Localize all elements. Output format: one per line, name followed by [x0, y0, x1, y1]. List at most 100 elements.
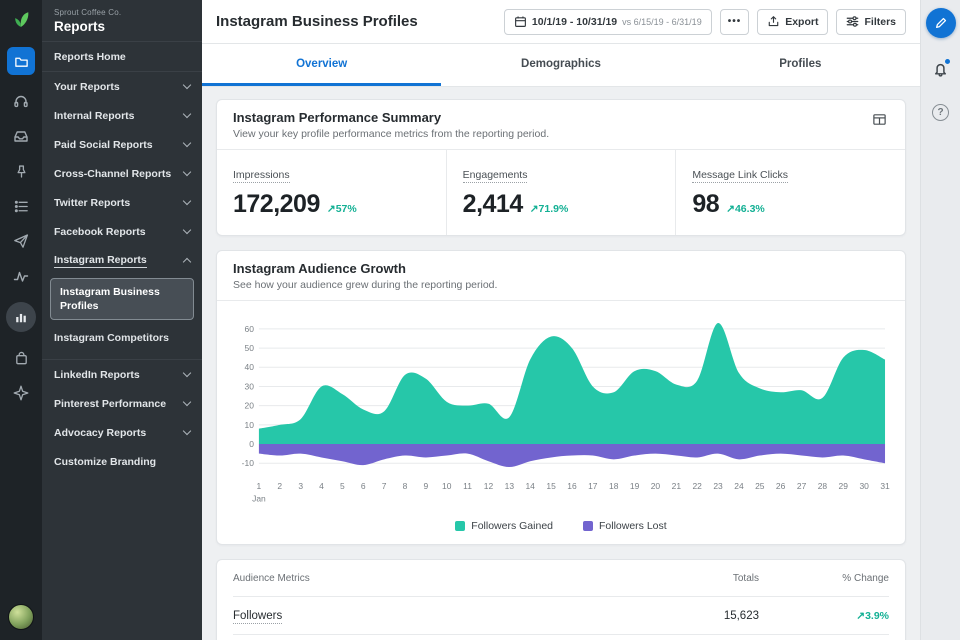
table-header: Audience Metrics — [233, 572, 310, 584]
svg-text:18: 18 — [609, 481, 619, 491]
filters-sliders-icon — [847, 16, 859, 27]
sidebar-item-instagram-business-profiles[interactable]: Instagram Business Profiles — [50, 278, 194, 321]
metric-label[interactable]: Message Link Clicks — [692, 169, 789, 183]
svg-text:6: 6 — [361, 481, 366, 491]
chevron-down-icon — [182, 80, 192, 90]
legend-followers-lost[interactable]: Followers Lost — [583, 520, 667, 532]
row-label[interactable]: Followers — [233, 609, 283, 624]
sidebar-item-twitter-reports[interactable]: Twitter Reports — [42, 188, 202, 217]
svg-text:50: 50 — [245, 343, 255, 353]
metric-value: 2,414 — [462, 190, 524, 218]
performance-summary-card: Instagram Performance Summary View your … — [216, 99, 906, 236]
table-header: % Change — [842, 572, 889, 584]
sparkle-icon[interactable] — [12, 384, 30, 402]
sidebar-item-advocacy-reports[interactable]: Advocacy Reports — [42, 418, 202, 447]
header-controls: 10/1/19 - 10/31/19 vs 6/15/19 - 6/31/19 … — [503, 8, 906, 35]
publish-paper-plane-icon[interactable] — [12, 232, 30, 250]
legend-followers-gained[interactable]: Followers Gained — [455, 520, 553, 532]
app-icon-rail — [0, 0, 42, 640]
metric-label[interactable]: Impressions — [233, 169, 290, 183]
svg-text:22: 22 — [692, 481, 702, 491]
reports-section-tile[interactable] — [7, 47, 35, 75]
notifications-button[interactable] — [932, 58, 951, 82]
sidebar-item-label: Your Reports — [54, 80, 120, 93]
pulse-analytics-icon[interactable] — [12, 267, 30, 285]
sidebar-item-customize-branding[interactable]: Customize Branding — [42, 447, 202, 476]
tab-overview[interactable]: Overview — [202, 44, 442, 86]
trend-up-icon: ↗ — [529, 203, 539, 215]
pin-icon[interactable] — [12, 162, 30, 180]
sidebar-item-paid-social-reports[interactable]: Paid Social Reports — [42, 130, 202, 159]
metric-impressions: Impressions 172,209 ↗57% — [217, 150, 446, 235]
svg-text:10: 10 — [442, 481, 452, 491]
sidebar-item-cross-channel-reports[interactable]: Cross-Channel Reports — [42, 159, 202, 188]
metric-delta: ↗57% — [326, 203, 357, 215]
sidebar-item-label: Paid Social Reports — [54, 138, 153, 151]
sidebar-item-pinterest-performance[interactable]: Pinterest Performance — [42, 389, 202, 418]
feeds-list-icon[interactable] — [12, 197, 30, 215]
svg-text:30: 30 — [859, 481, 869, 491]
sidebar-item-your-reports[interactable]: Your Reports — [42, 72, 202, 101]
metric-value: 98 — [692, 190, 720, 218]
svg-text:10: 10 — [245, 420, 255, 430]
svg-text:60: 60 — [245, 324, 255, 334]
chevron-up-icon — [182, 257, 192, 267]
sidebar-item-linkedin-reports[interactable]: LinkedIn Reports — [42, 360, 202, 389]
folder-icon — [14, 57, 28, 67]
sidebar-item-facebook-reports[interactable]: Facebook Reports — [42, 217, 202, 246]
sidebar-item-internal-reports[interactable]: Internal Reports — [42, 101, 202, 130]
svg-text:5: 5 — [340, 481, 345, 491]
date-range-button[interactable]: 10/1/19 - 10/31/19 vs 6/15/19 - 6/31/19 — [503, 8, 712, 35]
svg-text:8: 8 — [403, 481, 408, 491]
table-row: Followers 15,623 ↗3.9% — [233, 596, 889, 634]
svg-text:17: 17 — [588, 481, 598, 491]
utility-rail: ? — [920, 0, 960, 640]
svg-text:14: 14 — [525, 481, 535, 491]
user-avatar[interactable] — [8, 604, 34, 630]
compare-range-label: vs 6/15/19 - 6/31/19 — [622, 16, 702, 27]
svg-text:28: 28 — [818, 481, 828, 491]
trend-up-icon: ↗ — [326, 203, 336, 215]
pencil-icon — [935, 17, 946, 29]
svg-text:11: 11 — [463, 481, 472, 491]
sidebar-item-reports-home[interactable]: Reports Home — [42, 42, 202, 71]
sidebar-item-label: Instagram Competitors — [54, 332, 169, 345]
audience-growth-chart[interactable]: 6050403020100-101 2 3 4 5 6 7 8 9 10 11 12 13 14 15 16 1… — [229, 309, 893, 509]
row-change: ↗3.9% — [856, 609, 889, 622]
table-view-icon[interactable] — [870, 110, 889, 134]
company-name: Sprout Coffee Co. — [54, 8, 122, 17]
sidebar-item-label: Reports Home — [54, 50, 126, 63]
tab-demographics[interactable]: Demographics — [441, 44, 680, 86]
export-button[interactable]: Export — [757, 8, 829, 35]
more-options-button[interactable]: ••• — [719, 8, 750, 35]
sidebar-item-instagram-competitors[interactable]: Instagram Competitors — [42, 323, 202, 353]
main-content: Instagram Business Profiles 10/1/19 - 10… — [202, 0, 920, 640]
svg-text:24: 24 — [734, 481, 744, 491]
sidebar-title: Reports — [54, 19, 106, 34]
svg-text:26: 26 — [776, 481, 786, 491]
sidebar-item-label: Pinterest Performance — [54, 397, 167, 410]
sidebar-item-instagram-reports[interactable]: Instagram Reports — [42, 246, 202, 275]
metric-label[interactable]: Engagements — [462, 169, 528, 183]
filters-label: Filters — [864, 15, 896, 28]
legend-swatch-lost — [583, 521, 593, 531]
svg-text:30: 30 — [245, 381, 255, 391]
card-title: Instagram Audience Growth — [233, 261, 406, 276]
metrics-row: Impressions 172,209 ↗57% Engagements 2,4… — [217, 149, 905, 235]
trend-up-icon: ↗ — [856, 609, 866, 622]
help-button[interactable]: ? — [932, 104, 949, 121]
headset-icon[interactable] — [12, 92, 30, 110]
trend-up-icon: ↗ — [726, 203, 735, 215]
filters-button[interactable]: Filters — [836, 8, 906, 35]
svg-text:31: 31 — [880, 481, 890, 491]
compose-button[interactable] — [925, 8, 956, 38]
inbox-icon[interactable] — [12, 127, 30, 145]
chevron-down-icon — [182, 109, 192, 119]
sidebar-item-label: Customize Branding — [54, 455, 157, 468]
tab-profiles[interactable]: Profiles — [681, 44, 920, 86]
export-label: Export — [785, 15, 819, 28]
reports-bar-chart-icon[interactable] — [6, 302, 36, 332]
svg-text:Jan: Jan — [252, 494, 266, 504]
svg-text:19: 19 — [630, 481, 640, 491]
shop-bag-icon[interactable] — [12, 349, 30, 367]
